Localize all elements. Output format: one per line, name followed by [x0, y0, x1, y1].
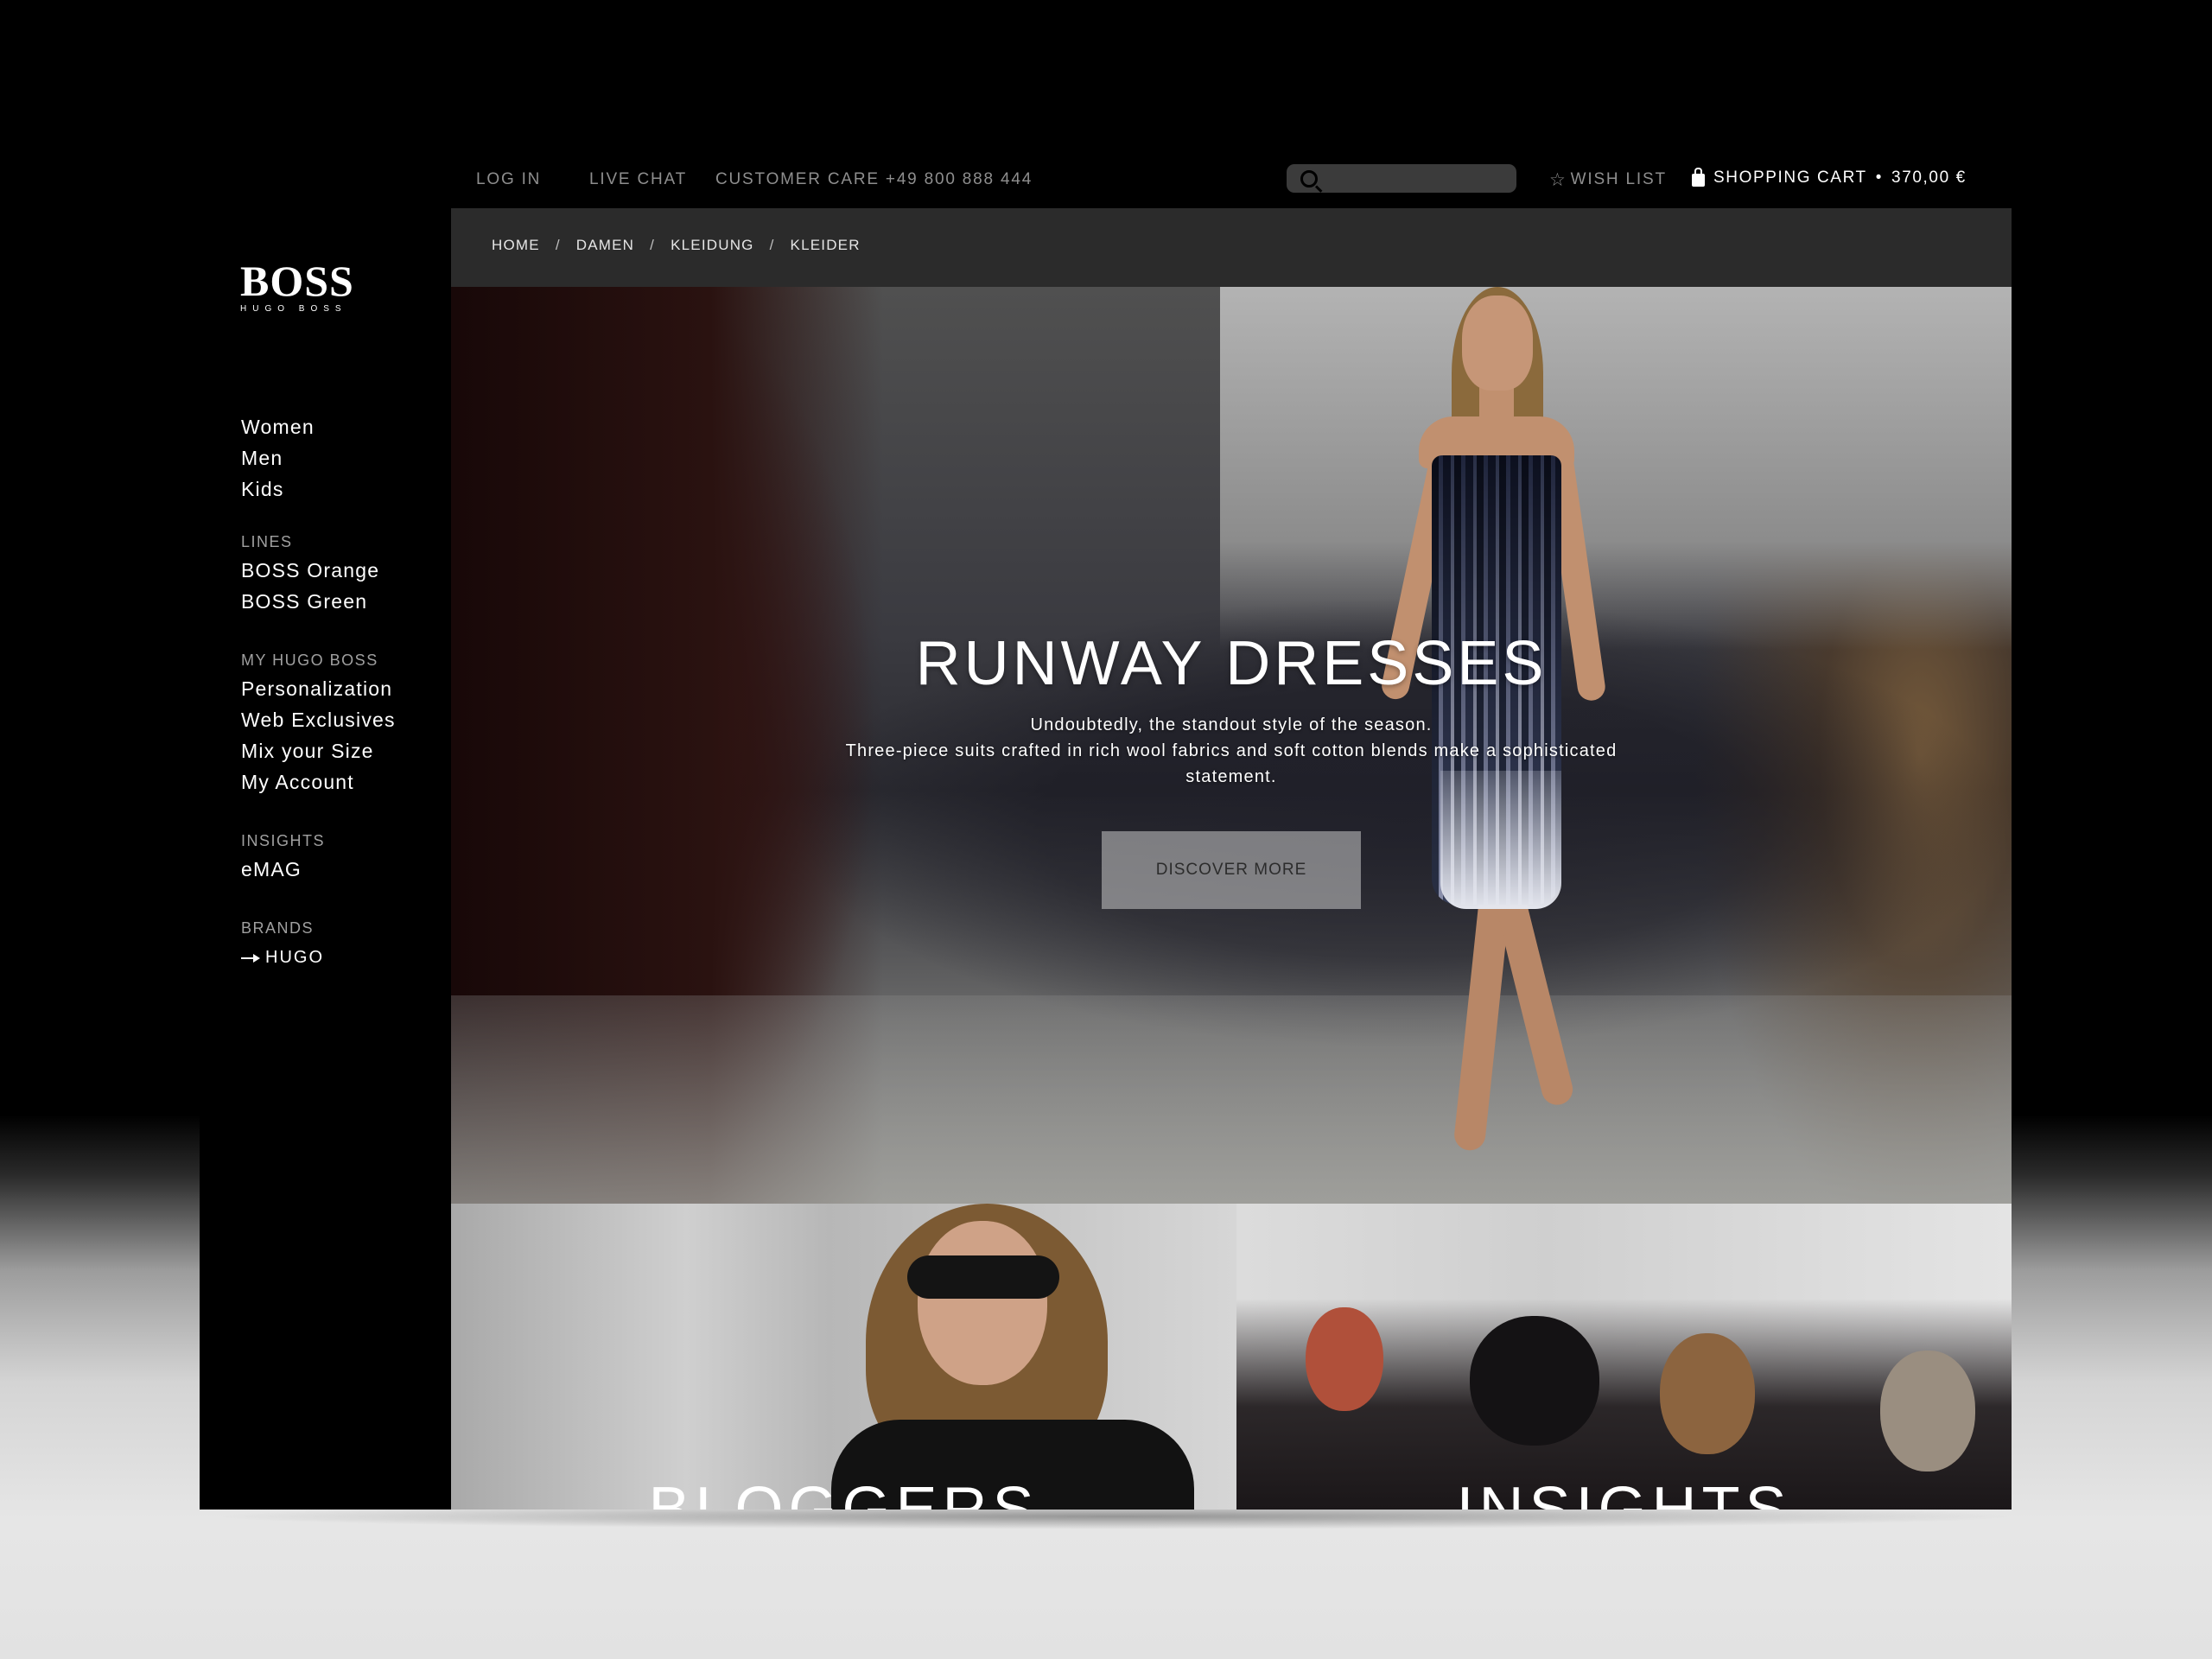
live-chat-link[interactable]: LIVE CHAT [589, 170, 687, 189]
breadcrumb-home[interactable]: HOME [492, 237, 540, 254]
nav-heading-brands: BRANDS [241, 919, 315, 937]
arrow-right-icon [241, 953, 260, 963]
hero-banner: RUNWAY DRESSES Undoubtedly, the standout… [451, 287, 2012, 1204]
discover-more-button[interactable]: DISCOVER MORE [1102, 831, 1361, 909]
nav-item-emag[interactable]: eMAG [241, 854, 325, 885]
login-link[interactable]: LOG IN [476, 170, 541, 189]
nav-heading-lines: LINES [241, 533, 293, 550]
breadcrumb-damen[interactable]: DAMEN [576, 237, 634, 254]
nav-item-women[interactable]: Women [241, 411, 315, 442]
logo-wordmark: BOSS [240, 257, 354, 305]
hero-image-floor [451, 995, 2012, 1204]
hero-description: Three-piece suits crafted in rich wool f… [845, 741, 1618, 786]
bloggers-tile[interactable]: BLOGGERS [451, 1204, 1236, 1510]
shopping-bag-icon [1692, 167, 1705, 187]
breadcrumb-separator: / [555, 237, 561, 253]
search-box[interactable] [1287, 164, 1516, 193]
nav-item-boss-green[interactable]: BOSS Green [241, 586, 379, 617]
nav-item-mix-your-size[interactable]: Mix your Size [241, 735, 396, 766]
main-nav: Women Men Kids [241, 411, 315, 505]
nav-section-lines: LINES BOSS Orange BOSS Green [241, 533, 379, 617]
hero-title: RUNWAY DRESSES [915, 629, 1548, 698]
logo-subline: HUGO BOSS [240, 304, 347, 314]
nav-heading-my-hugo-boss: MY HUGO BOSS [241, 652, 378, 669]
nav-item-my-account[interactable]: My Account [241, 766, 396, 798]
nav-section-insights: INSIGHTS eMAG [241, 832, 325, 885]
breadcrumb-kleidung[interactable]: KLEIDUNG [671, 237, 754, 254]
breadcrumb-kleider[interactable]: KLEIDER [791, 237, 861, 254]
nav-item-personalization[interactable]: Personalization [241, 673, 396, 704]
wish-list-label: WISH LIST [1570, 170, 1667, 188]
bloggers-title: BLOGGERS [648, 1475, 1039, 1510]
nav-item-men[interactable]: Men [241, 442, 315, 474]
nav-section-brands: BRANDS HUGO [241, 919, 324, 968]
insights-title: INSIGHTS [1456, 1475, 1792, 1510]
nav-heading-insights: INSIGHTS [241, 832, 326, 849]
search-input[interactable] [1326, 166, 1511, 192]
breadcrumb-bar: HOME / DAMEN / KLEIDUNG / KLEIDER [451, 208, 2012, 287]
top-bar: LOG IN LIVE CHAT CUSTOMER CARE +49 800 8… [451, 151, 2012, 208]
insights-tile[interactable]: INSIGHTS [1236, 1204, 2012, 1510]
breadcrumb: HOME / DAMEN / KLEIDUNG / KLEIDER [492, 237, 861, 254]
search-icon[interactable] [1300, 170, 1318, 188]
customer-care-link[interactable]: CUSTOMER CARE +49 800 888 444 [715, 170, 1033, 189]
nav-item-kids[interactable]: Kids [241, 474, 315, 505]
breadcrumb-separator: / [769, 237, 775, 253]
nav-item-hugo-label: HUGO [265, 948, 324, 967]
nav-item-web-exclusives[interactable]: Web Exclusives [241, 704, 396, 735]
nav-item-hugo[interactable]: HUGO [241, 948, 324, 968]
hero-text: RUNWAY DRESSES Undoubtedly, the standout… [451, 632, 2012, 909]
nav-item-boss-orange[interactable]: BOSS Orange [241, 555, 379, 586]
cart-total: 370,00 € [1891, 168, 1967, 187]
boss-logo[interactable]: BOSS HUGO BOSS [240, 259, 354, 314]
sidebar [200, 151, 451, 1510]
cart-separator: • [1875, 168, 1884, 187]
breadcrumb-separator: / [650, 237, 656, 253]
shopping-cart-link[interactable]: SHOPPING CART • 370,00 € [1692, 167, 1967, 188]
star-icon: ☆ [1549, 169, 1567, 190]
nav-section-my-hugo-boss: MY HUGO BOSS Personalization Web Exclusi… [241, 652, 396, 798]
cart-label: SHOPPING CART [1713, 168, 1867, 187]
wish-list-link[interactable]: ☆ WISH LIST [1549, 170, 1667, 189]
hero-subtitle: Undoubtedly, the standout style of the s… [1030, 715, 1433, 734]
